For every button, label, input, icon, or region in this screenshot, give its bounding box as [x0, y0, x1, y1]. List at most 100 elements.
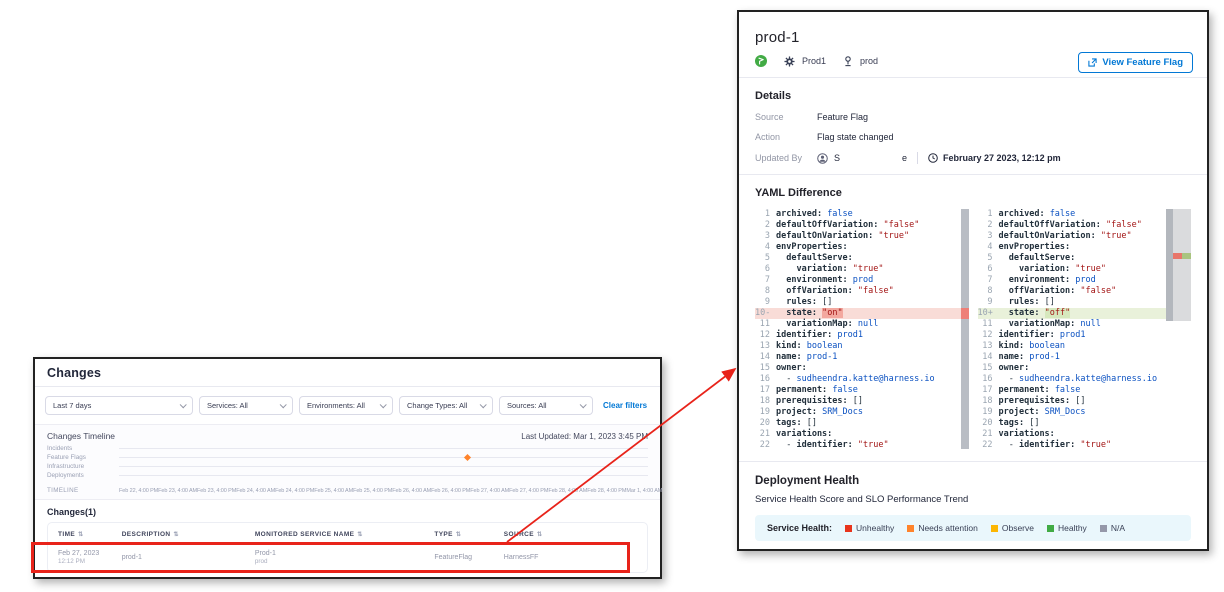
timeline-tick: Feb 28, 4:00 AM [548, 488, 587, 494]
legend-color-swatch [845, 525, 852, 532]
change-details-panel: prod-1 Prod1 [737, 10, 1209, 551]
changes-panel-header: Changes [35, 359, 660, 387]
yaml-line: 18prerequisites: [] [978, 396, 1192, 407]
line-number: 3 [978, 231, 999, 242]
table-row[interactable]: Feb 27, 2023 12:12 PM prod-1 Prod-1 prod… [48, 545, 647, 572]
timeline-ticks: Feb 22, 4:00 PMFeb 23, 4:00 AMFeb 23, 4:… [119, 488, 662, 494]
line-number: 22 [755, 440, 776, 451]
deployment-health-heading: Deployment Health [755, 475, 1191, 487]
clock-icon [928, 153, 938, 163]
yaml-line: 16 - sudheendra.katte@harness.io [755, 374, 969, 385]
line-number: 21 [755, 429, 776, 440]
yaml-line: 22 - identifier: "true" [978, 440, 1192, 451]
column-label: DESCRIPTION [122, 531, 171, 538]
time-range-dropdown[interactable]: Last 7 days [45, 396, 193, 415]
timeline-axis-label: TIMELINE [47, 487, 119, 494]
cell-type: FeatureFlag [434, 554, 503, 561]
yaml-line: 7 environment: prod [978, 275, 1192, 286]
code-text: state: "off" [999, 308, 1071, 319]
yaml-line: 11 variationMap: null [978, 319, 1192, 330]
timeline-title: Changes Timeline [47, 431, 115, 441]
code-text: variation: "true" [776, 264, 884, 275]
code-text: permanent: false [999, 385, 1081, 396]
yaml-line: 6 variation: "true" [755, 264, 969, 275]
cell-monitored-service: Prod-1 prod [255, 550, 434, 565]
clear-filters-link[interactable]: Clear filters [603, 401, 647, 410]
legend-item-healthy: Healthy [1047, 523, 1087, 533]
timeline-row-line [119, 466, 648, 467]
line-number: 9 [978, 297, 999, 308]
updated-by-value: Se [834, 153, 907, 163]
timeline-tick: Feb 24, 4:00 AM [236, 488, 275, 494]
line-number: 21 [978, 429, 999, 440]
line-number: 4 [978, 242, 999, 253]
details-header: prod-1 Prod1 [739, 12, 1207, 78]
legend-label: Healthy [1058, 523, 1087, 533]
action-label: Action [755, 132, 817, 142]
line-number: 15 [755, 363, 776, 374]
service-health-legend: Service Health: UnhealthyNeeds attention… [755, 515, 1191, 541]
changes-count-label: Changes(1) [47, 507, 648, 517]
legend-title: Service Health: [767, 523, 832, 533]
line-number: 11 [978, 319, 999, 330]
timeline-rows: IncidentsFeature FlagsInfrastructureDepl… [47, 444, 648, 480]
changes-timeline-section: Changes Timeline Last Updated: Mar 1, 20… [35, 424, 660, 500]
column-header-time[interactable]: TIME⇅ [58, 531, 122, 538]
yaml-line: 12identifier: prod1 [755, 330, 969, 341]
code-text: - identifier: "true" [776, 440, 889, 451]
column-label: MONITORED SERVICE NAME [255, 531, 355, 538]
view-feature-flag-label: View Feature Flag [1102, 57, 1183, 68]
yaml-line: 2defaultOffVariation: "false" [978, 220, 1192, 231]
column-header-source[interactable]: SOURCE⇅ [504, 531, 637, 538]
code-text: variation: "true" [999, 264, 1107, 275]
line-number: 14 [978, 352, 999, 363]
legend-label: Observe [1002, 523, 1034, 533]
code-text: defaultOnVariation: "true" [776, 231, 909, 242]
yaml-line: 4envProperties: [978, 242, 1192, 253]
sources-dropdown[interactable]: Sources: All [499, 396, 593, 415]
services-value: Services: All [207, 401, 248, 410]
chevron-down-icon [280, 401, 287, 408]
diff-scrollbar-thumb[interactable] [1166, 209, 1173, 321]
view-feature-flag-button[interactable]: View Feature Flag [1078, 52, 1193, 73]
external-link-icon [1088, 58, 1097, 67]
yaml-line: 1archived: false [755, 209, 969, 220]
yaml-line: 5 defaultServe: [978, 253, 1192, 264]
code-text: variationMap: null [776, 319, 878, 330]
legend-color-swatch [1047, 525, 1054, 532]
column-header-type[interactable]: TYPE⇅ [434, 531, 503, 538]
timeline-tick: Feb 22, 4:00 PM [119, 488, 158, 494]
diff-overview-ruler-left[interactable] [961, 209, 969, 449]
yaml-difference-heading: YAML Difference [755, 187, 1191, 199]
timeline-tick: Feb 27, 4:00 AM [470, 488, 509, 494]
code-text: tags: [] [999, 418, 1040, 429]
diff-added-mark [1182, 253, 1191, 259]
line-number: 17 [755, 385, 776, 396]
column-label: TIME [58, 531, 75, 538]
sort-icon: ⇅ [174, 531, 179, 538]
environments-value: Environments: All [307, 401, 365, 410]
change-types-dropdown[interactable]: Change Types: All [399, 396, 493, 415]
code-text: defaultOnVariation: "true" [999, 231, 1132, 242]
timeline-last-updated: Last Updated: Mar 1, 2023 3:45 PM [521, 432, 648, 441]
line-number: 3 [755, 231, 776, 242]
services-dropdown[interactable]: Services: All [199, 396, 293, 415]
action-value: Flag state changed [817, 132, 894, 142]
sort-icon: ⇅ [78, 531, 83, 538]
yaml-line: 7 environment: prod [755, 275, 969, 286]
timeline-tick: Feb 23, 4:00 AM [158, 488, 197, 494]
code-text: defaultOffVariation: "false" [999, 220, 1142, 231]
diff-overview-ruler-right[interactable] [1173, 209, 1191, 321]
environments-dropdown[interactable]: Environments: All [299, 396, 393, 415]
column-header-description[interactable]: DESCRIPTION⇅ [122, 531, 255, 538]
yaml-line: 5 defaultServe: [755, 253, 969, 264]
code-text: - sudheendra.katte@harness.io [776, 374, 935, 385]
yaml-line-added: 10+ state: "off" [978, 308, 1192, 319]
code-text: permanent: false [776, 385, 858, 396]
column-header-monitored-service-name[interactable]: MONITORED SERVICE NAME⇅ [255, 531, 434, 538]
changes-panel: Changes Last 7 days Services: All Enviro… [33, 357, 662, 579]
change-event-marker[interactable] [464, 454, 471, 461]
timeline-tick: Feb 28, 4:00 PM [587, 488, 626, 494]
column-label: TYPE [434, 531, 453, 538]
environment-label: prod [860, 56, 878, 66]
